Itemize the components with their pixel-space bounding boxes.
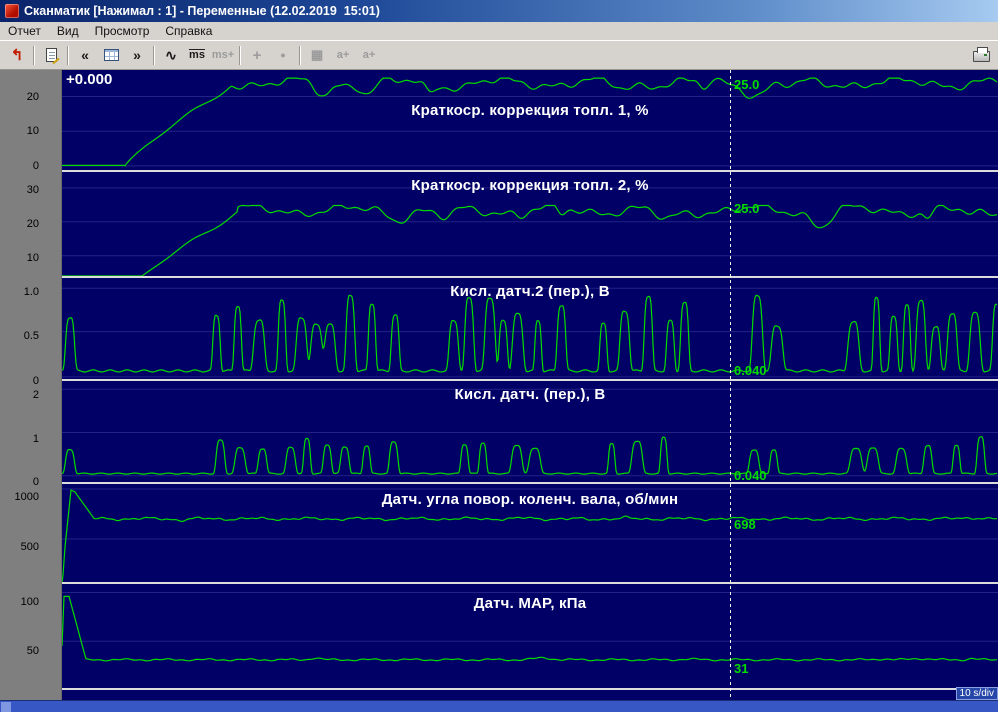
- status-chip: [1, 702, 11, 712]
- axis-label: 20: [0, 91, 39, 103]
- font-decrease-button: a+: [356, 44, 382, 66]
- menu-help[interactable]: Справка: [157, 23, 220, 39]
- chart-window-button: ▦: [304, 44, 330, 66]
- time-measure-icon: ms: [189, 49, 205, 61]
- report-button[interactable]: [38, 44, 64, 66]
- font-increase-icon: a+: [337, 49, 350, 61]
- axis-label: 1000: [0, 491, 39, 503]
- menu-report[interactable]: Отчет: [0, 23, 49, 39]
- axis-label: 10: [0, 125, 39, 137]
- panel-fuel-trim-1[interactable]: Краткоср. коррекция топл. 1, %25.0: [62, 70, 998, 172]
- data-table-icon: [104, 49, 119, 61]
- print-icon: [973, 51, 990, 62]
- axis-label: 50: [0, 645, 39, 657]
- axis-label: 10: [0, 252, 39, 264]
- signal-panels: +0.000 10 s/div Краткоср. коррекция топл…: [62, 70, 998, 700]
- timebase-label: 10 s/div: [956, 687, 998, 700]
- toolbar: ↰ « » ∿ ms ms+ + ● ▦ a+ a+: [0, 40, 998, 70]
- menu-browse[interactable]: Просмотр: [87, 23, 158, 39]
- axis-label: 0.5: [0, 330, 39, 342]
- panel-crankshaft-rpm[interactable]: Датч. угла повор. коленч. вала, об/мин69…: [62, 484, 998, 584]
- waveform-map-sensor: [62, 584, 998, 690]
- panel-fuel-trim-2[interactable]: Краткоср. коррекция топл. 2, %25.0: [62, 172, 998, 278]
- cursor-line[interactable]: [730, 70, 731, 700]
- axis-gutter: 201003020101.00.50210100050010050: [0, 70, 62, 700]
- toolbar-separator: [153, 46, 155, 65]
- print-button[interactable]: [968, 44, 994, 66]
- waveform-fuel-trim-2: [62, 172, 998, 278]
- titlebar: Сканматик [Нажимал : 1] - Переменные (12…: [0, 0, 998, 22]
- record-icon: ●: [280, 50, 285, 60]
- prev-page-button[interactable]: «: [72, 44, 98, 66]
- axis-label: 1: [0, 433, 39, 445]
- axis-label: 20: [0, 218, 39, 230]
- prev-page-icon: «: [81, 47, 89, 63]
- menubar: ОтчетВидПросмотрСправка: [0, 22, 998, 40]
- exit-button[interactable]: ↰: [4, 44, 30, 66]
- axis-label: 30: [0, 184, 39, 196]
- toolbar-separator: [239, 46, 241, 65]
- waveform-fuel-trim-1: [62, 70, 998, 172]
- waveform-o2-sensor-1: [62, 381, 998, 484]
- waveform-o2-sensor-2: [62, 278, 998, 381]
- time-measure-button[interactable]: ms: [184, 44, 210, 66]
- exit-icon: ↰: [11, 46, 24, 64]
- time-measure-add-button: ms+: [210, 44, 236, 66]
- font-increase-button: a+: [330, 44, 356, 66]
- axis-label: 2: [0, 389, 39, 401]
- time-offset-label: +0.000: [66, 71, 112, 88]
- time-measure-add-icon: ms+: [212, 49, 234, 61]
- add-marker-button: +: [244, 44, 270, 66]
- graph-mode-button[interactable]: ∿: [158, 44, 184, 66]
- app-icon: [5, 4, 19, 18]
- panel-o2-sensor-1[interactable]: Кисл. датч. (пер.), В0.040: [62, 381, 998, 484]
- data-table-button[interactable]: [98, 44, 124, 66]
- axis-label: 100: [0, 596, 39, 608]
- report-icon: [46, 48, 57, 62]
- axis-label: 500: [0, 541, 39, 553]
- menu-view[interactable]: Вид: [49, 23, 87, 39]
- axis-label: 0: [0, 375, 39, 387]
- axis-label: 0: [0, 476, 39, 488]
- plot-area: 201003020101.00.50210100050010050 +0.000…: [0, 70, 998, 700]
- next-page-button[interactable]: »: [124, 44, 150, 66]
- waveform-crankshaft-rpm: [62, 484, 998, 584]
- app-window: Сканматик [Нажимал : 1] - Переменные (12…: [0, 0, 998, 712]
- window-title: Сканматик [Нажимал : 1] - Переменные (12…: [24, 4, 380, 18]
- next-page-icon: »: [133, 47, 141, 63]
- statusbar: [0, 700, 998, 712]
- axis-label: 1.0: [0, 286, 39, 298]
- graph-mode-icon: ∿: [165, 47, 177, 64]
- toolbar-separator: [67, 46, 69, 65]
- record-button: ●: [270, 44, 296, 66]
- panel-o2-sensor-2[interactable]: Кисл. датч.2 (пер.), В0.040: [62, 278, 998, 381]
- toolbar-separator: [33, 46, 35, 65]
- chart-window-icon: ▦: [311, 47, 323, 63]
- add-marker-icon: +: [253, 47, 262, 64]
- font-decrease-icon: a+: [363, 49, 376, 61]
- axis-label: 0: [0, 160, 39, 172]
- panel-map-sensor[interactable]: Датч. MAP, кПа31: [62, 584, 998, 690]
- toolbar-separator: [299, 46, 301, 65]
